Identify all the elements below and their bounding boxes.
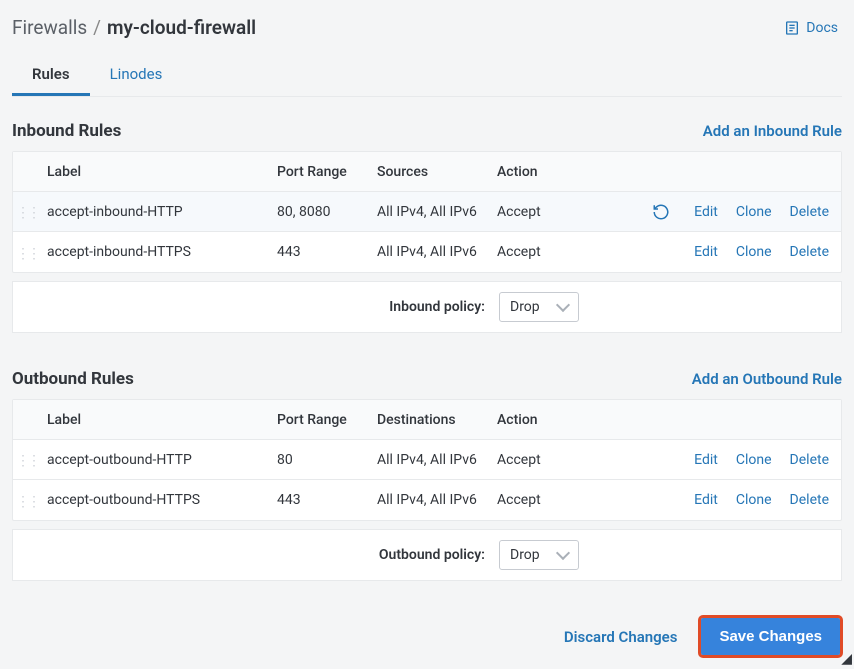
- inbound-table: Label Port Range Sources Action accept-i…: [12, 151, 842, 273]
- table-row: accept-outbound-HTTP 80 All IPv4, All IP…: [13, 440, 841, 480]
- inbound-policy-row: Inbound policy: Drop: [12, 281, 842, 333]
- col-header-label: Label: [41, 154, 271, 190]
- rule-label: accept-outbound-HTTP: [41, 442, 271, 478]
- rule-label: accept-inbound-HTTPS: [41, 234, 271, 270]
- rule-action: Accept: [491, 482, 591, 518]
- add-inbound-rule-link[interactable]: Add an Inbound Rule: [703, 122, 842, 140]
- edit-link[interactable]: Edit: [694, 492, 718, 508]
- breadcrumb: Firewalls / my-cloud-firewall: [12, 16, 842, 39]
- outbound-table: Label Port Range Destinations Action acc…: [12, 399, 842, 521]
- drag-handle-icon[interactable]: [13, 243, 41, 262]
- outbound-title: Outbound Rules: [12, 369, 134, 389]
- clone-link[interactable]: Clone: [736, 492, 772, 508]
- rule-destinations: All IPv4, All IPv6: [371, 442, 491, 478]
- breadcrumb-current: my-cloud-firewall: [107, 16, 256, 39]
- clone-link[interactable]: Clone: [736, 244, 772, 260]
- drag-handle-icon[interactable]: [13, 491, 41, 510]
- table-row: accept-outbound-HTTPS 443 All IPv4, All …: [13, 480, 841, 520]
- rule-label: accept-outbound-HTTPS: [41, 482, 271, 518]
- clone-link[interactable]: Clone: [736, 452, 772, 468]
- undo-icon[interactable]: [652, 203, 670, 221]
- rule-port: 80: [271, 442, 371, 478]
- rule-action: Accept: [491, 442, 591, 478]
- rule-action: Accept: [491, 234, 591, 270]
- delete-link[interactable]: Delete: [790, 452, 829, 468]
- delete-link[interactable]: Delete: [790, 204, 829, 220]
- col-header-port: Port Range: [271, 402, 371, 438]
- col-header-action: Action: [491, 402, 591, 438]
- outbound-policy-row: Outbound policy: Drop: [12, 529, 842, 581]
- edit-link[interactable]: Edit: [694, 244, 718, 260]
- outbound-policy-label: Outbound policy:: [379, 547, 485, 563]
- rule-label: accept-inbound-HTTP: [41, 194, 271, 230]
- cursor-icon: ◢: [841, 651, 852, 667]
- rule-port: 80, 8080: [271, 194, 371, 230]
- outbound-policy-select[interactable]: Drop: [499, 540, 579, 570]
- inbound-title: Inbound Rules: [12, 121, 121, 141]
- clone-link[interactable]: Clone: [736, 204, 772, 220]
- outbound-header-row: Label Port Range Destinations Action: [13, 400, 841, 440]
- inbound-header-row: Label Port Range Sources Action: [13, 152, 841, 192]
- delete-link[interactable]: Delete: [790, 492, 829, 508]
- edit-link[interactable]: Edit: [694, 452, 718, 468]
- inbound-policy-select[interactable]: Drop: [499, 292, 579, 322]
- col-header-sources: Sources: [371, 154, 491, 190]
- edit-link[interactable]: Edit: [694, 204, 718, 220]
- col-header-port: Port Range: [271, 154, 371, 190]
- tab-rules[interactable]: Rules: [12, 55, 90, 96]
- rule-sources: All IPv4, All IPv6: [371, 234, 491, 270]
- drag-handle-icon[interactable]: [13, 450, 41, 469]
- discard-changes-button[interactable]: Discard Changes: [564, 628, 678, 646]
- docs-link[interactable]: Docs: [784, 20, 838, 36]
- col-header-label: Label: [41, 402, 271, 438]
- table-row: accept-inbound-HTTPS 443 All IPv4, All I…: [13, 232, 841, 272]
- add-outbound-rule-link[interactable]: Add an Outbound Rule: [692, 370, 842, 388]
- rule-destinations: All IPv4, All IPv6: [371, 482, 491, 518]
- save-changes-button[interactable]: Save Changes: [701, 618, 840, 655]
- docs-icon: [784, 20, 800, 36]
- inbound-policy-label: Inbound policy:: [389, 299, 485, 315]
- rule-port: 443: [271, 234, 371, 270]
- rule-port: 443: [271, 482, 371, 518]
- breadcrumb-root[interactable]: Firewalls: [12, 16, 87, 39]
- rule-action: Accept: [491, 194, 591, 230]
- delete-link[interactable]: Delete: [790, 244, 829, 260]
- footer-actions: Discard Changes Save Changes: [564, 618, 840, 655]
- rule-sources: All IPv4, All IPv6: [371, 194, 491, 230]
- col-header-destinations: Destinations: [371, 402, 491, 438]
- tabs: Rules Linodes: [12, 55, 842, 97]
- breadcrumb-separator: /: [93, 16, 101, 39]
- docs-label: Docs: [806, 20, 838, 36]
- drag-handle-icon[interactable]: [13, 202, 41, 221]
- col-header-action: Action: [491, 154, 591, 190]
- table-row: accept-inbound-HTTP 80, 8080 All IPv4, A…: [13, 192, 841, 232]
- tab-linodes[interactable]: Linodes: [90, 55, 183, 96]
